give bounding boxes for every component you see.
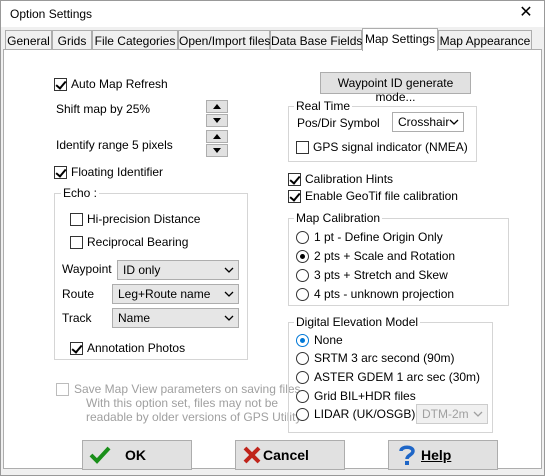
waypoint-label: Waypoint (62, 262, 112, 276)
calibration-3pts-radio[interactable] (296, 269, 309, 282)
identify-range-down-button[interactable] (206, 144, 228, 157)
hi-precision-label: Hi-precision Distance (87, 212, 201, 226)
save-map-view-note-2: readable by older versions of GPS Utilit… (86, 410, 304, 424)
cancel-button[interactable]: Cancel (235, 440, 345, 470)
calibration-2pts-label: 2 pts + Scale and Rotation (314, 249, 456, 263)
help-button[interactable]: Help (388, 440, 498, 470)
title-bar: Option Settings ✕ (1, 1, 544, 27)
waypoint-select-value: ID only (123, 263, 161, 277)
waypoint-select[interactable]: ID only (117, 260, 239, 280)
tab-open-import-files[interactable]: Open/Import files (178, 30, 270, 50)
chevron-down-icon (473, 411, 483, 417)
route-select[interactable]: Leg+Route name (112, 284, 239, 304)
calibration-hints-checkbox[interactable] (288, 173, 301, 186)
identify-range-label: Identify range 5 pixels (56, 138, 173, 152)
calibration-4pts-label: 4 pts - unknown projection (314, 287, 455, 301)
shift-map-down-button[interactable] (206, 114, 228, 127)
annotation-photos-checkbox[interactable] (70, 342, 83, 355)
auto-map-refresh-checkbox[interactable] (54, 78, 67, 91)
option-settings-window: Option Settings ✕ General Grids File Cat… (0, 0, 545, 476)
map-settings-panel: Auto Map Refresh Shift map by 25% Identi… (3, 49, 542, 470)
cancel-x-icon (243, 446, 261, 464)
pos-dir-symbol-select[interactable]: Crosshair (392, 112, 464, 132)
close-icon[interactable]: ✕ (516, 3, 536, 23)
tab-data-base-fields[interactable]: Data Base Fields (270, 30, 362, 50)
pos-dir-symbol-value: Crosshair (398, 115, 450, 129)
track-select-value: Name (118, 311, 151, 325)
geotif-calibration-label: Enable GeoTif file calibration (305, 189, 458, 203)
route-label: Route (62, 287, 95, 301)
tab-map-appearance[interactable]: Map Appearance (438, 30, 532, 50)
geotif-calibration-checkbox[interactable] (288, 190, 301, 203)
hi-precision-checkbox[interactable] (70, 213, 83, 226)
dem-grid-bil-label: Grid BIL+HDR files (314, 389, 416, 403)
calibration-1pt-label: 1 pt - Define Origin Only (314, 230, 443, 244)
dem-lidar-radio[interactable] (296, 408, 309, 421)
chevron-down-icon (224, 267, 234, 273)
identify-range-up-button[interactable] (206, 130, 228, 143)
echo-group-title: Echo : (61, 186, 100, 200)
cancel-button-label: Cancel (263, 447, 309, 463)
dem-aster-label: ASTER GDEM 1 arc sec (30m) (314, 370, 481, 384)
calibration-2pts-radio[interactable] (296, 250, 309, 263)
auto-map-refresh-label: Auto Map Refresh (71, 77, 168, 91)
chevron-down-icon (224, 291, 234, 297)
calibration-hints-label: Calibration Hints (305, 172, 394, 186)
map-calibration-group-title: Map Calibration (294, 211, 383, 225)
lidar-resolution-value: DTM-2m (422, 407, 469, 421)
pos-dir-symbol-label: Pos/Dir Symbol (297, 116, 380, 130)
shift-map-spinner[interactable] (206, 100, 228, 128)
calibration-4pts-radio[interactable] (296, 288, 309, 301)
dem-lidar-label: LIDAR (UK/OSGB) (314, 407, 416, 421)
real-time-group-title: Real Time (294, 99, 353, 113)
chevron-down-icon (224, 315, 234, 321)
dem-srtm-label: SRTM 3 arc second (90m) (314, 351, 455, 365)
arrow-up-icon (213, 104, 221, 109)
annotation-photos-label: Annotation Photos (87, 341, 186, 355)
dem-grid-bil-radio[interactable] (296, 390, 309, 403)
save-map-view-checkbox[interactable] (56, 383, 69, 396)
tab-file-categories[interactable]: File Categories (92, 30, 178, 50)
dem-srtm-radio[interactable] (296, 352, 309, 365)
gps-signal-indicator-checkbox[interactable] (296, 141, 309, 154)
floating-identifier-checkbox[interactable] (54, 166, 67, 179)
ok-button[interactable]: OK (82, 440, 192, 470)
dem-none-radio[interactable] (296, 334, 309, 347)
tab-general[interactable]: General (5, 30, 52, 50)
track-label: Track (62, 311, 92, 325)
tab-strip: General Grids File Categories Open/Impor… (3, 28, 543, 51)
tab-map-settings[interactable]: Map Settings (362, 28, 438, 51)
help-button-label: Help (421, 447, 452, 463)
save-map-view-note-1: With this option set, files may not be (86, 396, 279, 410)
window-title: Option Settings (10, 7, 93, 21)
save-map-view-label: Save Map View parameters on saving files (74, 382, 301, 396)
help-question-icon (399, 445, 415, 465)
arrow-down-icon (213, 118, 221, 123)
floating-identifier-label: Floating Identifier (71, 165, 164, 179)
shift-map-label: Shift map by 25% (56, 102, 151, 116)
reciprocal-bearing-label: Reciprocal Bearing (87, 235, 189, 249)
ok-button-label: OK (125, 447, 146, 463)
reciprocal-bearing-checkbox[interactable] (70, 236, 83, 249)
lidar-resolution-select[interactable]: DTM-2m (416, 404, 488, 424)
route-select-value: Leg+Route name (118, 287, 211, 301)
tab-grids[interactable]: Grids (52, 30, 92, 50)
calibration-1pt-radio[interactable] (296, 231, 309, 244)
identify-range-spinner[interactable] (206, 130, 228, 158)
dem-none-label: None (314, 333, 343, 347)
dem-aster-radio[interactable] (296, 371, 309, 384)
arrow-down-icon (213, 148, 221, 153)
dem-group-title: Digital Elevation Model (294, 315, 421, 329)
checkmark-icon (89, 446, 111, 464)
calibration-3pts-label: 3 pts + Stretch and Skew (314, 268, 448, 282)
shift-map-up-button[interactable] (206, 100, 228, 113)
arrow-up-icon (213, 134, 221, 139)
chevron-down-icon (449, 119, 459, 125)
track-select[interactable]: Name (112, 308, 239, 328)
gps-signal-indicator-label: GPS signal indicator (NMEA) (313, 140, 468, 154)
waypoint-id-generate-button[interactable]: Waypoint ID generate mode... (320, 72, 471, 104)
